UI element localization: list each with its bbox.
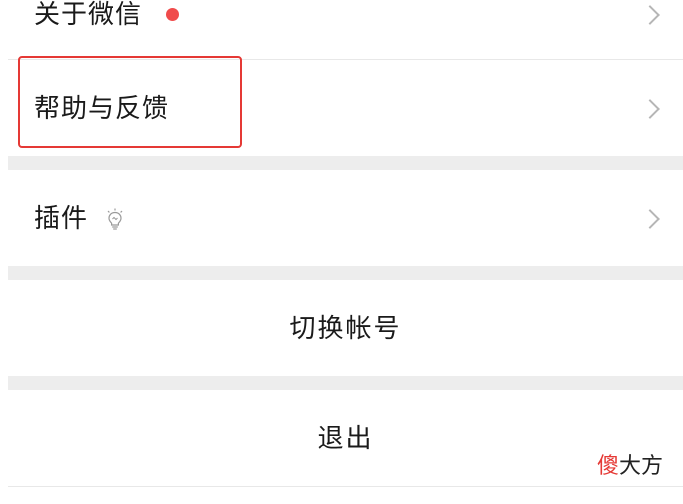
section-gap xyxy=(8,156,683,170)
settings-item-about-wechat[interactable]: 关于微信 xyxy=(8,0,683,58)
red-dot-badge xyxy=(166,8,179,21)
lightbulb-icon xyxy=(107,208,123,230)
chevron-right-icon xyxy=(640,5,660,25)
divider xyxy=(8,486,683,487)
logout-label: 退出 xyxy=(317,424,374,454)
chevron-right-icon xyxy=(640,99,660,119)
switch-account-button[interactable]: 切换帐号 xyxy=(8,280,683,376)
watermark-text: 傻大方 xyxy=(597,456,663,478)
settings-item-plugins[interactable]: 插件 xyxy=(8,170,683,266)
switch-account-label: 切换帐号 xyxy=(289,314,402,344)
chevron-right-icon xyxy=(640,209,660,229)
wechat-settings-screen: 关于微信 帮助与反馈 插件 切换帐号 退出 傻大方 xyxy=(0,0,683,504)
section-gap xyxy=(8,266,683,280)
watermark-accent: 傻 xyxy=(596,454,619,479)
settings-item-label: 关于微信 xyxy=(34,0,143,30)
section-gap xyxy=(8,376,683,390)
watermark-rest: 大方 xyxy=(618,454,663,479)
logout-button[interactable]: 退出 xyxy=(8,390,683,486)
settings-item-label: 插件 xyxy=(34,204,89,234)
highlight-box xyxy=(18,56,242,148)
